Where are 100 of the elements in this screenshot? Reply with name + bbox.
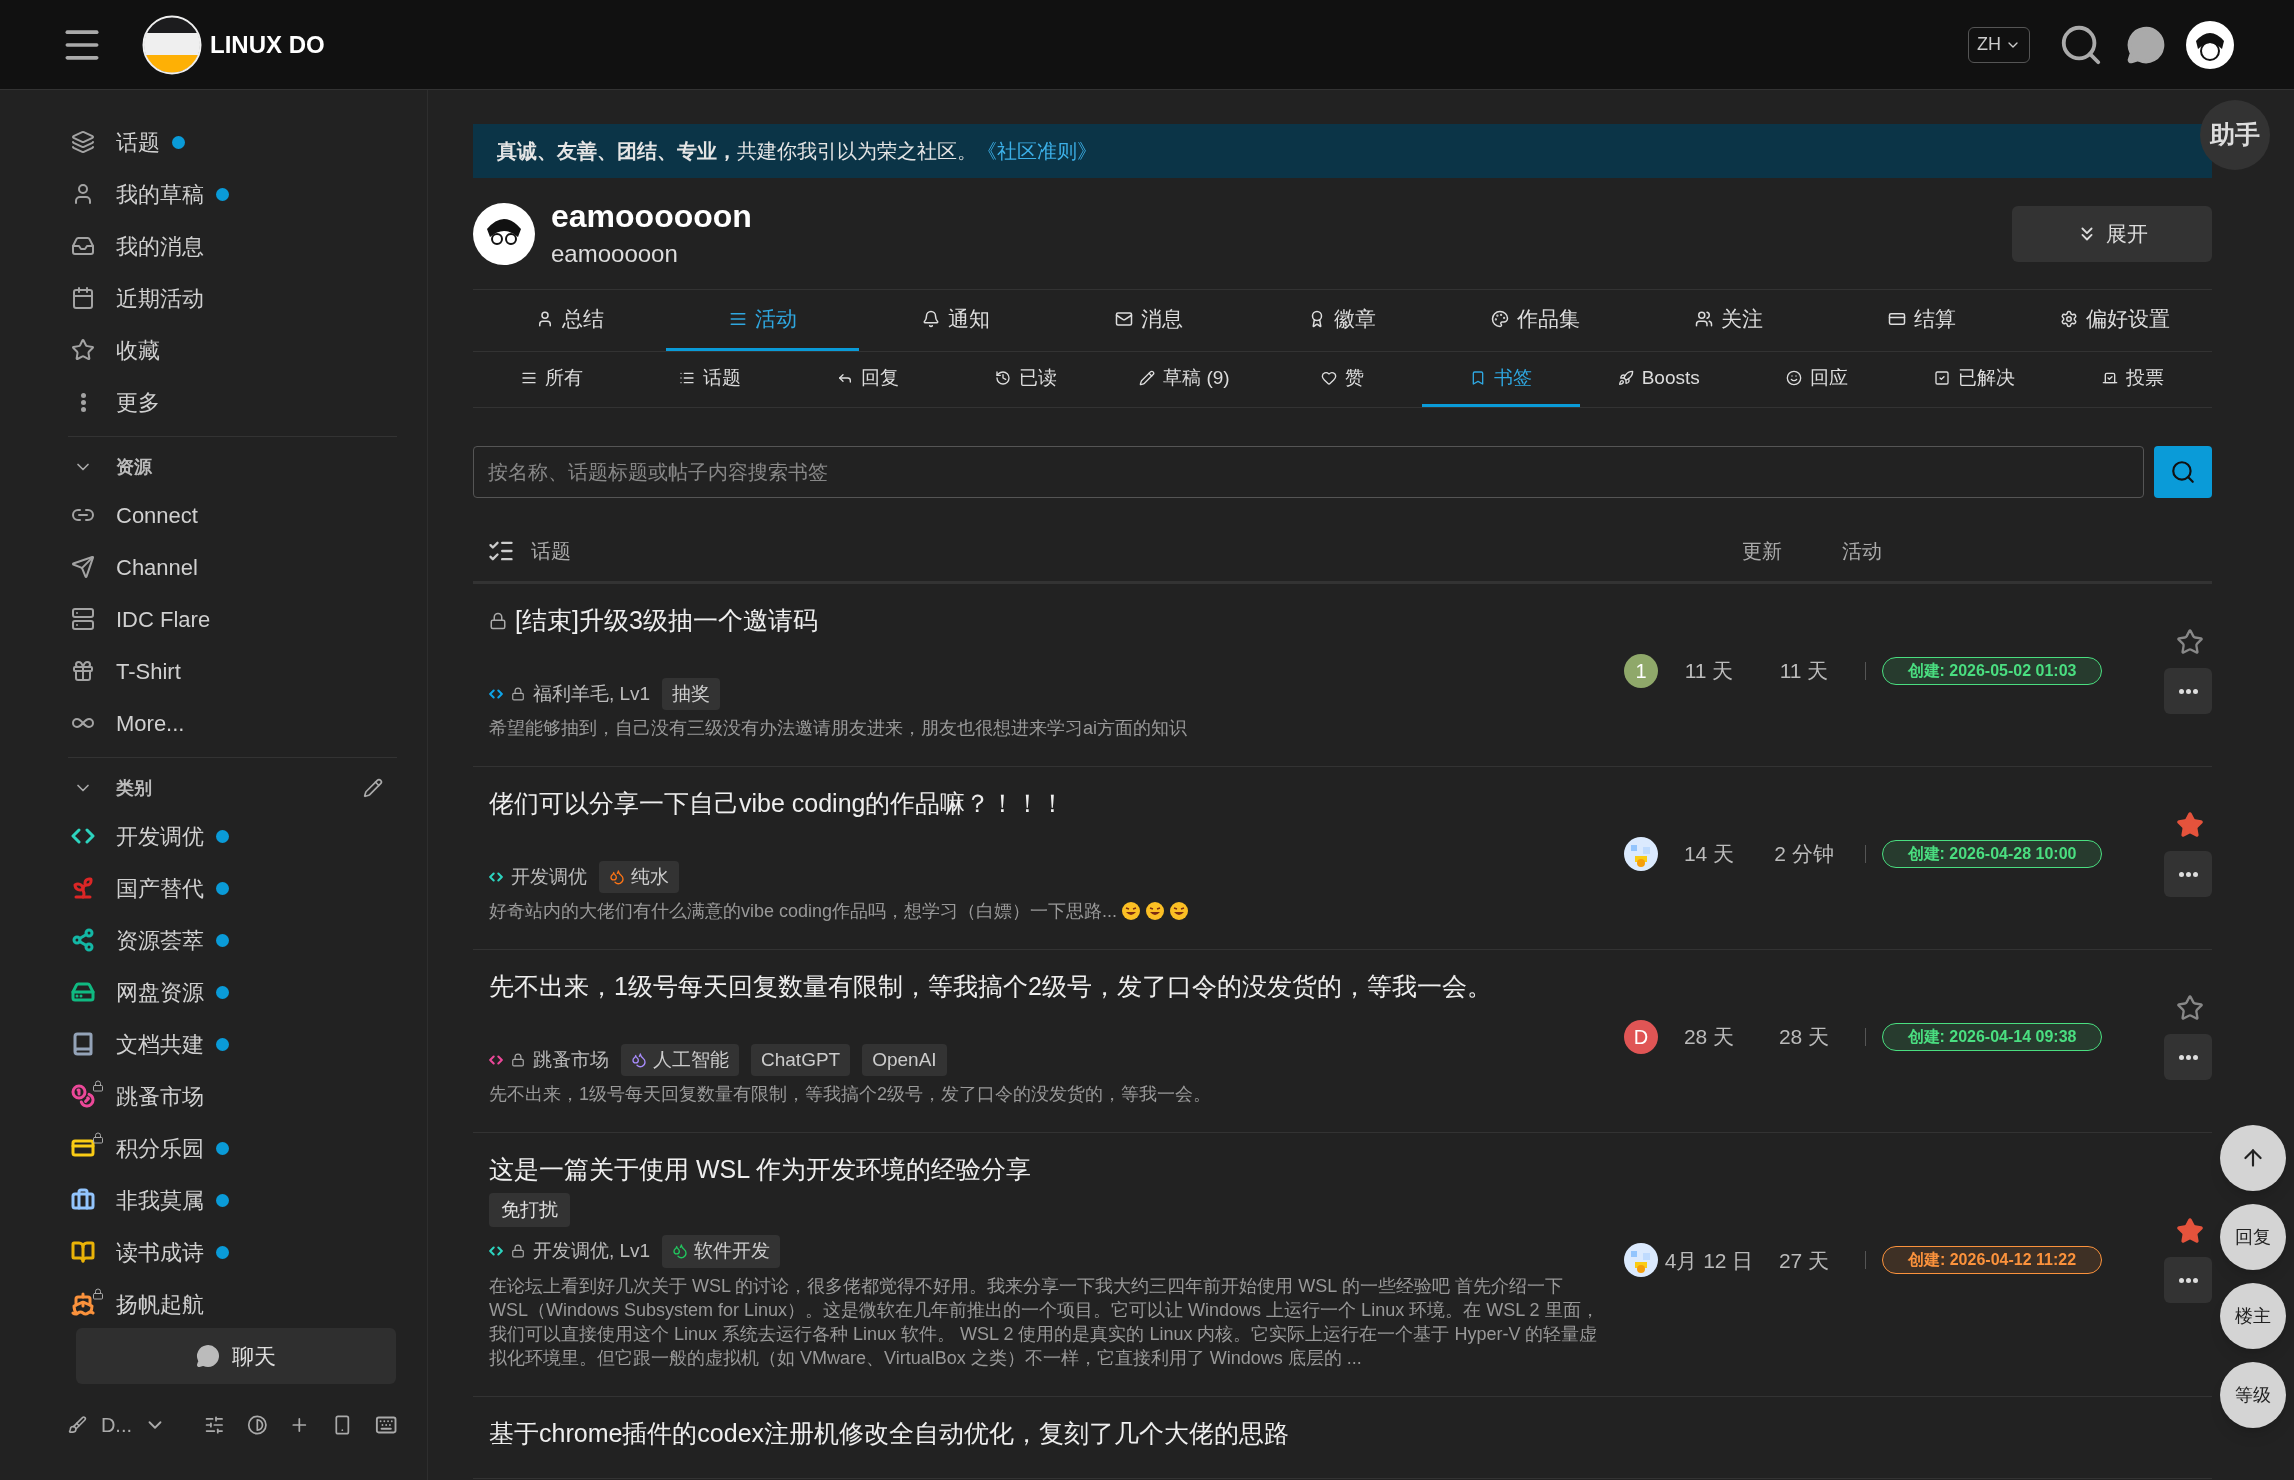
profile-tab[interactable]: 通知 (859, 290, 1053, 351)
user-avatar[interactable]: D (1624, 1020, 1658, 1054)
column-header[interactable]: 活动 (1842, 535, 2212, 566)
profile-tab[interactable]: 作品集 (1439, 290, 1633, 351)
profile-tab[interactable]: 消息 (1052, 290, 1246, 351)
column-header[interactable]: 话题 (531, 535, 1742, 566)
contrast-icon[interactable] (246, 1413, 268, 1437)
logo-icon[interactable] (142, 14, 202, 75)
section-title[interactable]: 类别 (116, 774, 152, 802)
section-title[interactable]: 资源 (116, 453, 152, 481)
expand-button[interactable]: 展开 (2012, 205, 2212, 262)
float-button[interactable]: 楼主 (2220, 1283, 2286, 1349)
sidebar-item[interactable]: 话题 (68, 116, 397, 168)
more-button[interactable] (2164, 1034, 2212, 1080)
site-name[interactable]: LINUX DO (210, 26, 325, 63)
profile-tab[interactable]: 偏好设置 (2018, 290, 2212, 351)
sidebar-item[interactable]: 扬帆起航 (68, 1278, 397, 1320)
profile-tab[interactable]: 活动 (666, 290, 860, 351)
sidebar-item[interactable]: 国产替代 (68, 862, 397, 914)
topic-title[interactable]: 这是一篇关于使用 WSL 作为开发环境的经验分享 (489, 1151, 1032, 1189)
status-tag[interactable]: 免打扰 (489, 1192, 570, 1227)
topic-title[interactable]: 佬们可以分享一下自己vibe coding的作品嘛？！！！ (489, 785, 1066, 823)
filter-tab[interactable]: 书签 (1421, 352, 1580, 407)
ellipsis-icon (2178, 1054, 2198, 1060)
topic-title[interactable]: [结束]升级3级抽一个邀请码 (515, 602, 818, 640)
filter-tab[interactable]: 回复 (789, 352, 948, 407)
sidebar-item[interactable]: 近期活动 (68, 272, 397, 324)
filter-tab[interactable]: 回应 (1737, 352, 1896, 407)
search-field[interactable]: 按名称、话题标题或帖子内容搜索书签 (473, 446, 2144, 498)
sidebar-item[interactable]: 读书成诗 (68, 1226, 397, 1278)
filter-tab[interactable]: 草稿 (9) (1105, 352, 1264, 407)
profile-tab[interactable]: 徽章 (1245, 290, 1440, 351)
chat-icon[interactable] (2126, 24, 2166, 65)
sidebar-item[interactable]: 资源荟萃 (68, 914, 397, 966)
more-button[interactable] (2164, 851, 2212, 897)
topic-tag[interactable]: OpenAI (862, 1043, 947, 1076)
sidebar-item[interactable]: 更多 (68, 376, 397, 428)
star-icon (71, 338, 95, 362)
section-header[interactable]: 类别 (68, 766, 397, 810)
category-label[interactable]: 开发调优, Lv1 (533, 1237, 651, 1266)
brush-icon[interactable] (68, 1414, 87, 1436)
theme-select[interactable]: D... (100, 1410, 167, 1440)
edit-icon[interactable] (363, 778, 383, 798)
sidebar-item[interactable]: 非我莫属 (68, 1174, 397, 1226)
filter-tab[interactable]: 已解决 (1895, 352, 2054, 407)
profile-tab[interactable]: 关注 (1632, 290, 1826, 351)
sidebar-item[interactable]: Channel (68, 541, 397, 593)
bookmark-star-icon[interactable] (2176, 994, 2204, 1022)
sidebar-item[interactable]: 开发调优 (68, 810, 397, 862)
filter-tab[interactable]: 所有 (473, 352, 632, 407)
sidebar-item[interactable]: More... (68, 697, 397, 749)
profile-tab[interactable]: 总结 (473, 290, 667, 351)
sidebar-item[interactable]: 跳蚤市场 (68, 1070, 397, 1122)
sidebar-item[interactable]: 我的草稿 (68, 168, 397, 220)
filter-tab[interactable]: 赞 (1263, 352, 1422, 407)
created-badge: 创建: 2026-05-02 01:03 (1882, 657, 2102, 685)
language-select[interactable]: ZH (1968, 26, 2030, 63)
guidelines-link[interactable]: 《社区准则》 (977, 136, 1097, 166)
chat-button[interactable]: 聊天 (76, 1328, 396, 1384)
sidebar-item[interactable]: 网盘资源 (68, 966, 397, 1018)
bookmark-star-icon[interactable] (2176, 628, 2204, 656)
topic-title[interactable]: 基于chrome插件的codex注册机修改全自动优化，复刻了几个大佬的思路 (489, 1414, 1290, 1452)
section-header[interactable]: 资源 (68, 445, 397, 489)
bookmark-star-icon[interactable] (2176, 811, 2204, 839)
topic-tag[interactable]: 人工智能 (621, 1043, 739, 1076)
category-label[interactable]: 福利羊毛, Lv1 (533, 679, 651, 708)
sidebar-item[interactable]: 收藏 (68, 324, 397, 376)
lines-icon (728, 310, 747, 328)
topic-tag[interactable]: 纯水 (599, 860, 679, 893)
float-button[interactable]: 等级 (2220, 1362, 2286, 1428)
user-avatar[interactable] (2186, 20, 2234, 69)
filter-tab[interactable]: 已读 (947, 352, 1106, 407)
category-label[interactable]: 跳蚤市场 (533, 1045, 609, 1074)
sidebar-item[interactable]: 我的消息 (68, 220, 397, 272)
filter-tab[interactable]: Boosts (1579, 352, 1738, 407)
more-button[interactable] (2164, 668, 2212, 714)
bookmark-star-icon[interactable] (2176, 1217, 2204, 1246)
sidebar-item[interactable]: 文档共建 (68, 1018, 397, 1070)
search-button[interactable] (2154, 446, 2212, 498)
user-avatar[interactable] (1624, 1243, 1658, 1278)
list-icon (679, 370, 696, 386)
profile-tab[interactable]: 结算 (1825, 290, 2019, 351)
filter-tab[interactable]: 投票 (2053, 352, 2213, 407)
column-header[interactable]: 更新 (1742, 535, 1842, 566)
topic-tag[interactable]: 软件开发 (662, 1235, 781, 1268)
topic-tag[interactable]: 抽奖 (662, 677, 721, 710)
user-avatar[interactable] (1624, 837, 1658, 871)
sidebar-item[interactable]: Connect (68, 489, 397, 541)
assistant-button[interactable]: 助手 (2200, 100, 2270, 170)
float-button[interactable]: 回复 (2220, 1204, 2286, 1270)
category-label[interactable]: 开发调优 (511, 862, 587, 891)
activity-time: 28 天 (1777, 1024, 1831, 1051)
inbox-icon (71, 234, 95, 258)
sidebar-item[interactable]: 积分乐园 (68, 1122, 397, 1174)
topic-title[interactable]: 先不出来，1级号每天回复数量有限制，等我搞个2级号，发了口令的没发货的，等我一会。 (489, 968, 1492, 1006)
sidebar-item[interactable]: IDC Flare (68, 593, 397, 645)
more-button[interactable] (2164, 1257, 2212, 1304)
topic-tag[interactable]: ChatGPT (751, 1043, 851, 1076)
sidebar-item[interactable]: T-Shirt (68, 645, 397, 697)
filter-tab[interactable]: 话题 (631, 352, 790, 407)
